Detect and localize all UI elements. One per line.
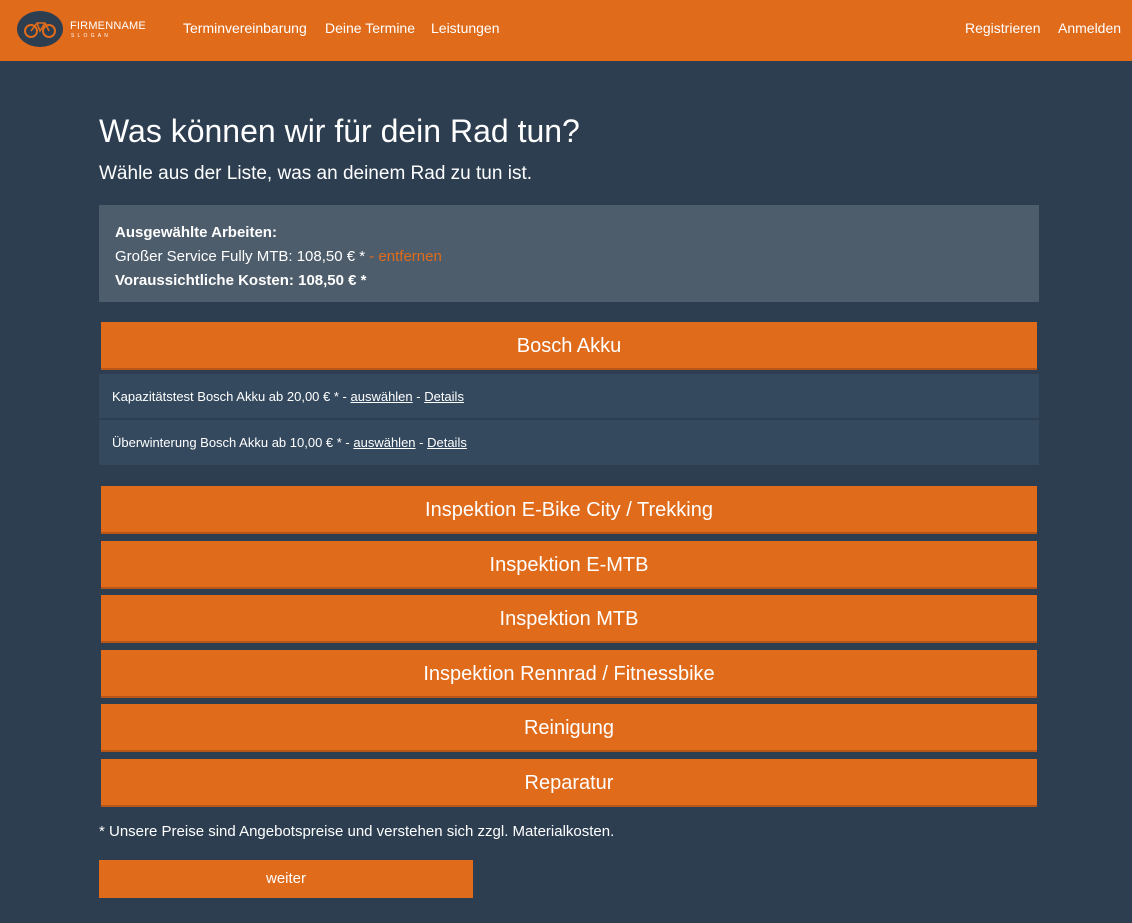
summary-item-row: Großer Service Fully MTB: 108,50 € * - e… <box>115 245 1023 269</box>
category-reinigung[interactable]: Reinigung <box>101 704 1037 752</box>
navbar: FIRMENNAME SLOGAN Terminvereinbarung Dei… <box>0 0 1132 61</box>
service-text: Überwinterung Bosch Akku ab 10,00 € * - <box>112 435 354 450</box>
nav-anmelden[interactable]: Anmelden <box>1058 20 1121 36</box>
brand-slogan: SLOGAN <box>71 33 112 39</box>
category-inspektion-emtb[interactable]: Inspektion E-MTB <box>101 541 1037 589</box>
category-inspektion-rennrad[interactable]: Inspektion Rennrad / Fitnessbike <box>101 650 1037 698</box>
separator: - <box>412 389 425 404</box>
selected-work-summary: Ausgewählte Arbeiten: Großer Service Ful… <box>99 205 1039 302</box>
nav-terminvereinbarung[interactable]: Terminvereinbarung <box>183 20 307 36</box>
service-text: Kapazitätstest Bosch Akku ab 20,00 € * - <box>112 389 351 404</box>
service-row: Kapazitätstest Bosch Akku ab 20,00 € * -… <box>99 374 1039 419</box>
service-details-link[interactable]: Details <box>424 389 464 404</box>
page-subtitle: Wähle aus der Liste, was an deinem Rad z… <box>99 163 533 184</box>
service-details-link[interactable]: Details <box>427 435 467 450</box>
nav-leistungen[interactable]: Leistungen <box>431 20 500 36</box>
nav-deine-termine[interactable]: Deine Termine <box>325 20 415 36</box>
service-row: Überwinterung Bosch Akku ab 10,00 € * - … <box>99 420 1039 465</box>
summary-total: Voraussichtliche Kosten: 108,50 € * <box>115 272 367 289</box>
category-bosch-akku[interactable]: Bosch Akku <box>101 322 1037 370</box>
summary-heading: Ausgewählte Arbeiten: <box>115 224 277 241</box>
remove-item-link[interactable]: - entfernen <box>369 248 442 265</box>
select-service-link[interactable]: auswählen <box>350 389 412 404</box>
select-service-link[interactable]: auswählen <box>353 435 415 450</box>
bicycle-logo-icon <box>17 11 63 47</box>
separator: - <box>415 435 428 450</box>
category-inspektion-mtb[interactable]: Inspektion MTB <box>101 595 1037 643</box>
nav-registrieren[interactable]: Registrieren <box>965 20 1040 36</box>
weiter-button[interactable]: weiter <box>99 860 473 898</box>
summary-item: Großer Service Fully MTB: 108,50 € * <box>115 248 366 265</box>
category-inspektion-ebike-city-trekking[interactable]: Inspektion E-Bike City / Trekking <box>101 486 1037 534</box>
category-reparatur[interactable]: Reparatur <box>101 759 1037 807</box>
brand-name: FIRMENNAME <box>70 20 146 32</box>
page-title: Was können wir für dein Rad tun? <box>99 113 580 149</box>
price-note: * Unsere Preise sind Angebotspreise und … <box>99 823 615 840</box>
